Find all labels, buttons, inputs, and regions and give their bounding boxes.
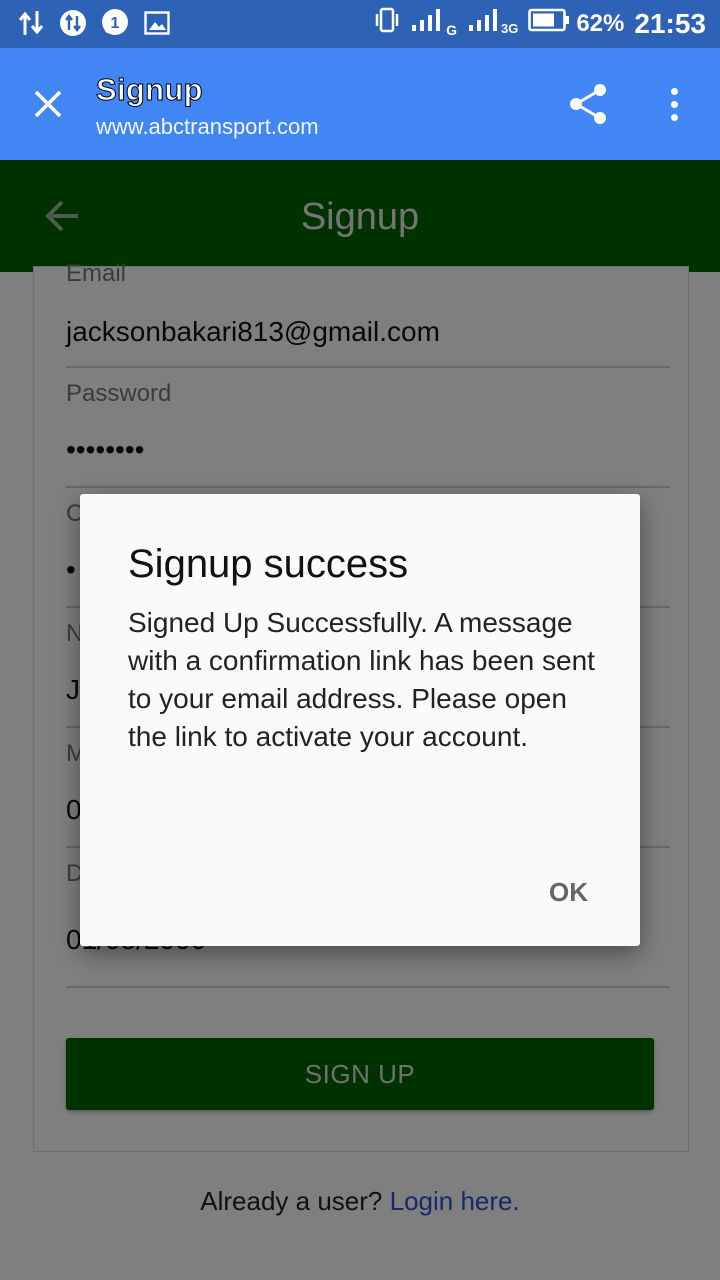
- image-notification-icon: [142, 8, 172, 38]
- dialog-title: Signup success: [128, 542, 409, 586]
- browser-toolbar: Signup www.abctransport.com: [0, 48, 720, 160]
- ok-button[interactable]: OK: [549, 877, 588, 908]
- status-bar-system-icons: G 3G 62% 21:53: [374, 6, 706, 41]
- message-notification-icon: 1: [100, 8, 130, 38]
- data-transfer-icon: [16, 8, 46, 38]
- signup-success-dialog: Signup success Signed Up Successfully. A…: [80, 494, 640, 946]
- battery-indicator: 62%: [528, 8, 624, 39]
- more-vert-icon-dot: [670, 113, 678, 121]
- share-icon: [570, 84, 606, 124]
- share-button[interactable]: [566, 82, 610, 126]
- close-button[interactable]: [24, 80, 72, 128]
- network-type-3g: 3G: [500, 21, 519, 36]
- browser-page-title: Signup: [96, 72, 204, 108]
- status-bar-notification-icons: 1: [16, 8, 172, 38]
- vibrate-icon: [374, 6, 400, 41]
- clock: 21:53: [634, 7, 706, 39]
- battery-icon: [528, 8, 570, 39]
- signal-strength-icon-1: [410, 7, 442, 40]
- status-bar: 1 G 3G 62% 21:53: [0, 0, 720, 48]
- more-vert-icon-dot: [670, 100, 678, 108]
- svg-text:1: 1: [111, 15, 120, 32]
- network-type-g: G: [446, 21, 457, 38]
- sync-icon: [58, 8, 88, 38]
- battery-percent: 62%: [576, 9, 625, 37]
- dialog-message: Signed Up Successfully. A message with a…: [128, 607, 595, 752]
- signal-strength-icon-2: [467, 7, 499, 40]
- close-icon: [34, 90, 62, 118]
- browser-url: www.abctransport.com: [96, 114, 319, 139]
- more-options-button[interactable]: [656, 82, 692, 126]
- more-vert-icon-dot: [670, 87, 678, 95]
